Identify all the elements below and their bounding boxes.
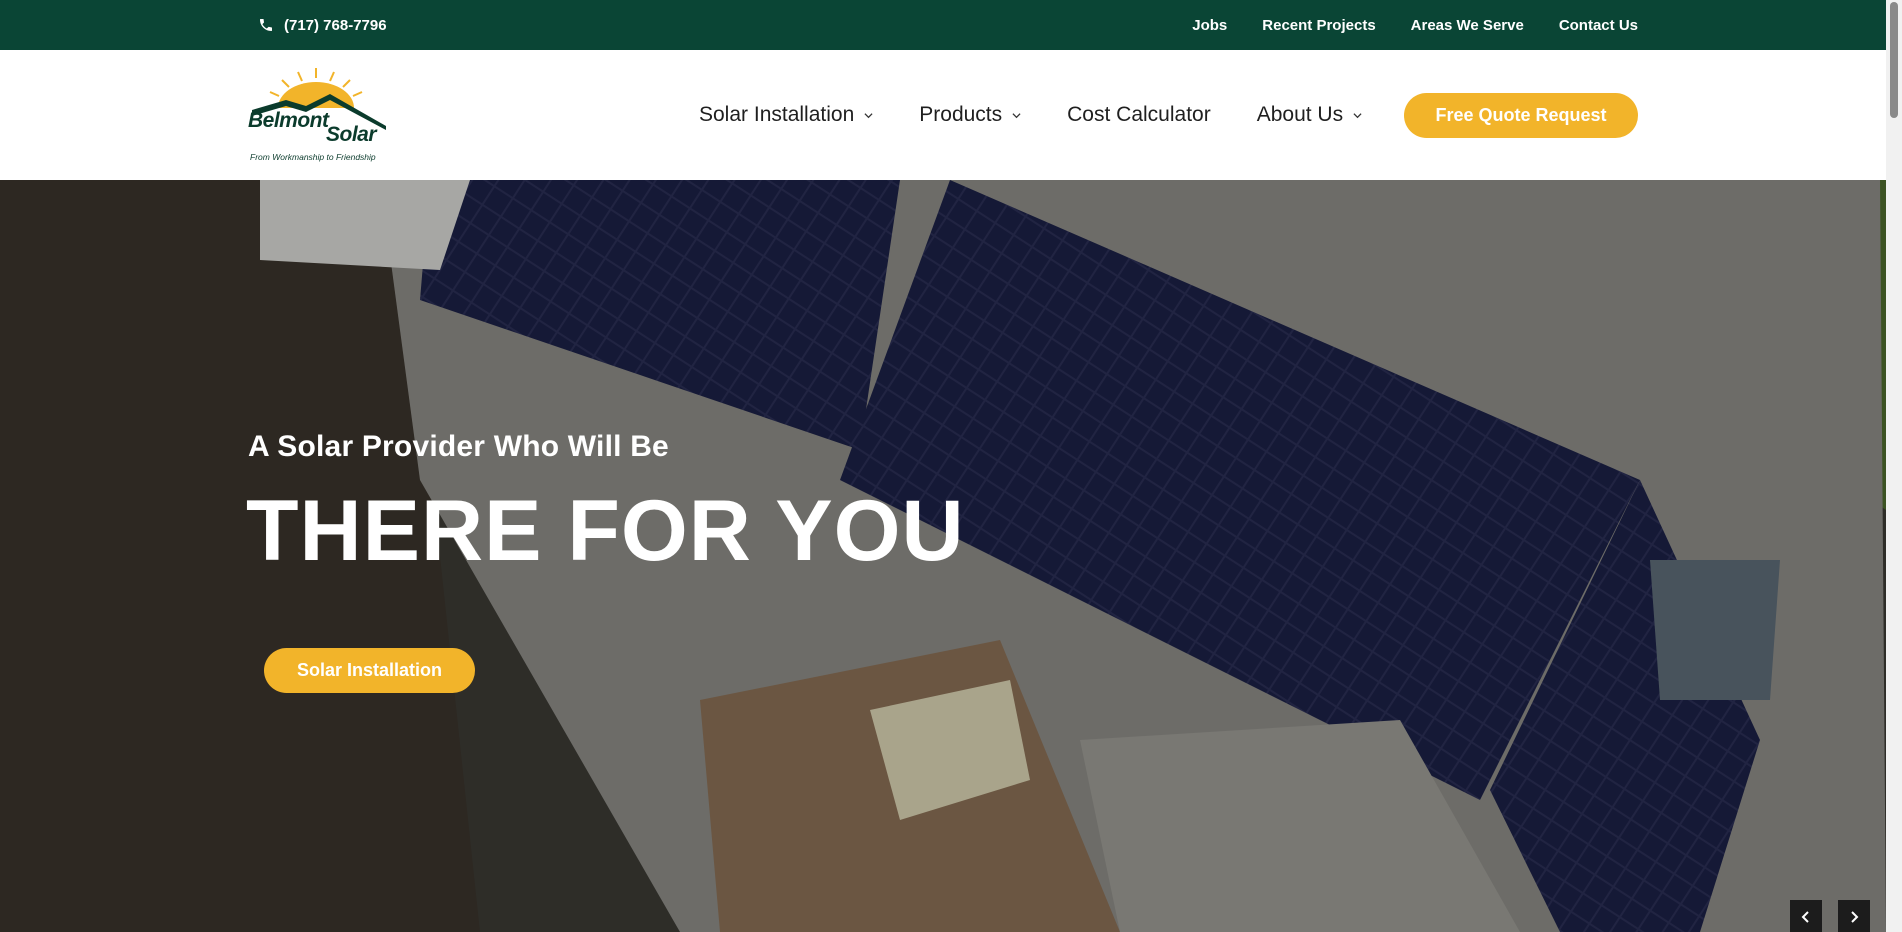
hero-subtitle: A Solar Provider Who Will Be xyxy=(248,430,669,463)
nav-label: Solar Installation xyxy=(699,103,855,126)
slider-prev-button[interactable] xyxy=(1790,900,1822,932)
chevron-down-icon xyxy=(1353,112,1362,118)
nav-label: About Us xyxy=(1256,103,1344,126)
chevron-down-icon xyxy=(864,112,873,118)
hero-slider: A Solar Provider Who Will Be THERE FOR Y… xyxy=(0,180,1886,932)
topnav-jobs[interactable]: Jobs xyxy=(1192,17,1227,34)
phone-icon xyxy=(260,19,272,31)
chevron-right-icon xyxy=(1851,911,1859,923)
phone-link[interactable]: (717) 768-7796 xyxy=(258,0,387,50)
nav-solar-installation[interactable]: Solar Installation xyxy=(699,103,873,127)
utility-nav: Jobs Recent Projects Areas We Serve Cont… xyxy=(1192,0,1638,50)
hero-headline: THERE FOR YOU xyxy=(246,483,965,579)
main-header: Belmont Solar From Workmanship to Friend… xyxy=(0,50,1886,180)
nav-about-us[interactable]: About Us xyxy=(1257,103,1362,127)
topnav-recent-projects[interactable]: Recent Projects xyxy=(1262,17,1375,34)
slider-next-button[interactable] xyxy=(1838,900,1870,932)
scrollbar-thumb[interactable] xyxy=(1890,2,1898,118)
logo-text-solar: Solar xyxy=(326,123,377,146)
chevron-down-icon xyxy=(1012,112,1021,118)
nav-label: Products xyxy=(919,103,1003,126)
solar-installation-button[interactable]: Solar Installation xyxy=(264,648,475,693)
nav-cost-calculator[interactable]: Cost Calculator xyxy=(1067,103,1211,127)
phone-number: (717) 768-7796 xyxy=(284,16,387,34)
page-scrollbar[interactable] xyxy=(1886,0,1902,932)
top-utility-bar: (717) 768-7796 Jobs Recent Projects Area… xyxy=(0,0,1886,50)
nav-products[interactable]: Products xyxy=(919,103,1021,127)
logo-tagline: From Workmanship to Friendship xyxy=(250,152,376,162)
site-logo[interactable]: Belmont Solar From Workmanship to Friend… xyxy=(246,64,388,166)
chevron-left-icon xyxy=(1801,911,1809,923)
nav-label: Cost Calculator xyxy=(1067,103,1211,126)
free-quote-button[interactable]: Free Quote Request xyxy=(1404,93,1638,138)
main-nav: Solar Installation Products Cost Calcula… xyxy=(699,50,1404,180)
logo-text-belmont: Belmont xyxy=(248,109,329,132)
topnav-contact-us[interactable]: Contact Us xyxy=(1559,17,1638,34)
topnav-areas-we-serve[interactable]: Areas We Serve xyxy=(1411,17,1524,34)
